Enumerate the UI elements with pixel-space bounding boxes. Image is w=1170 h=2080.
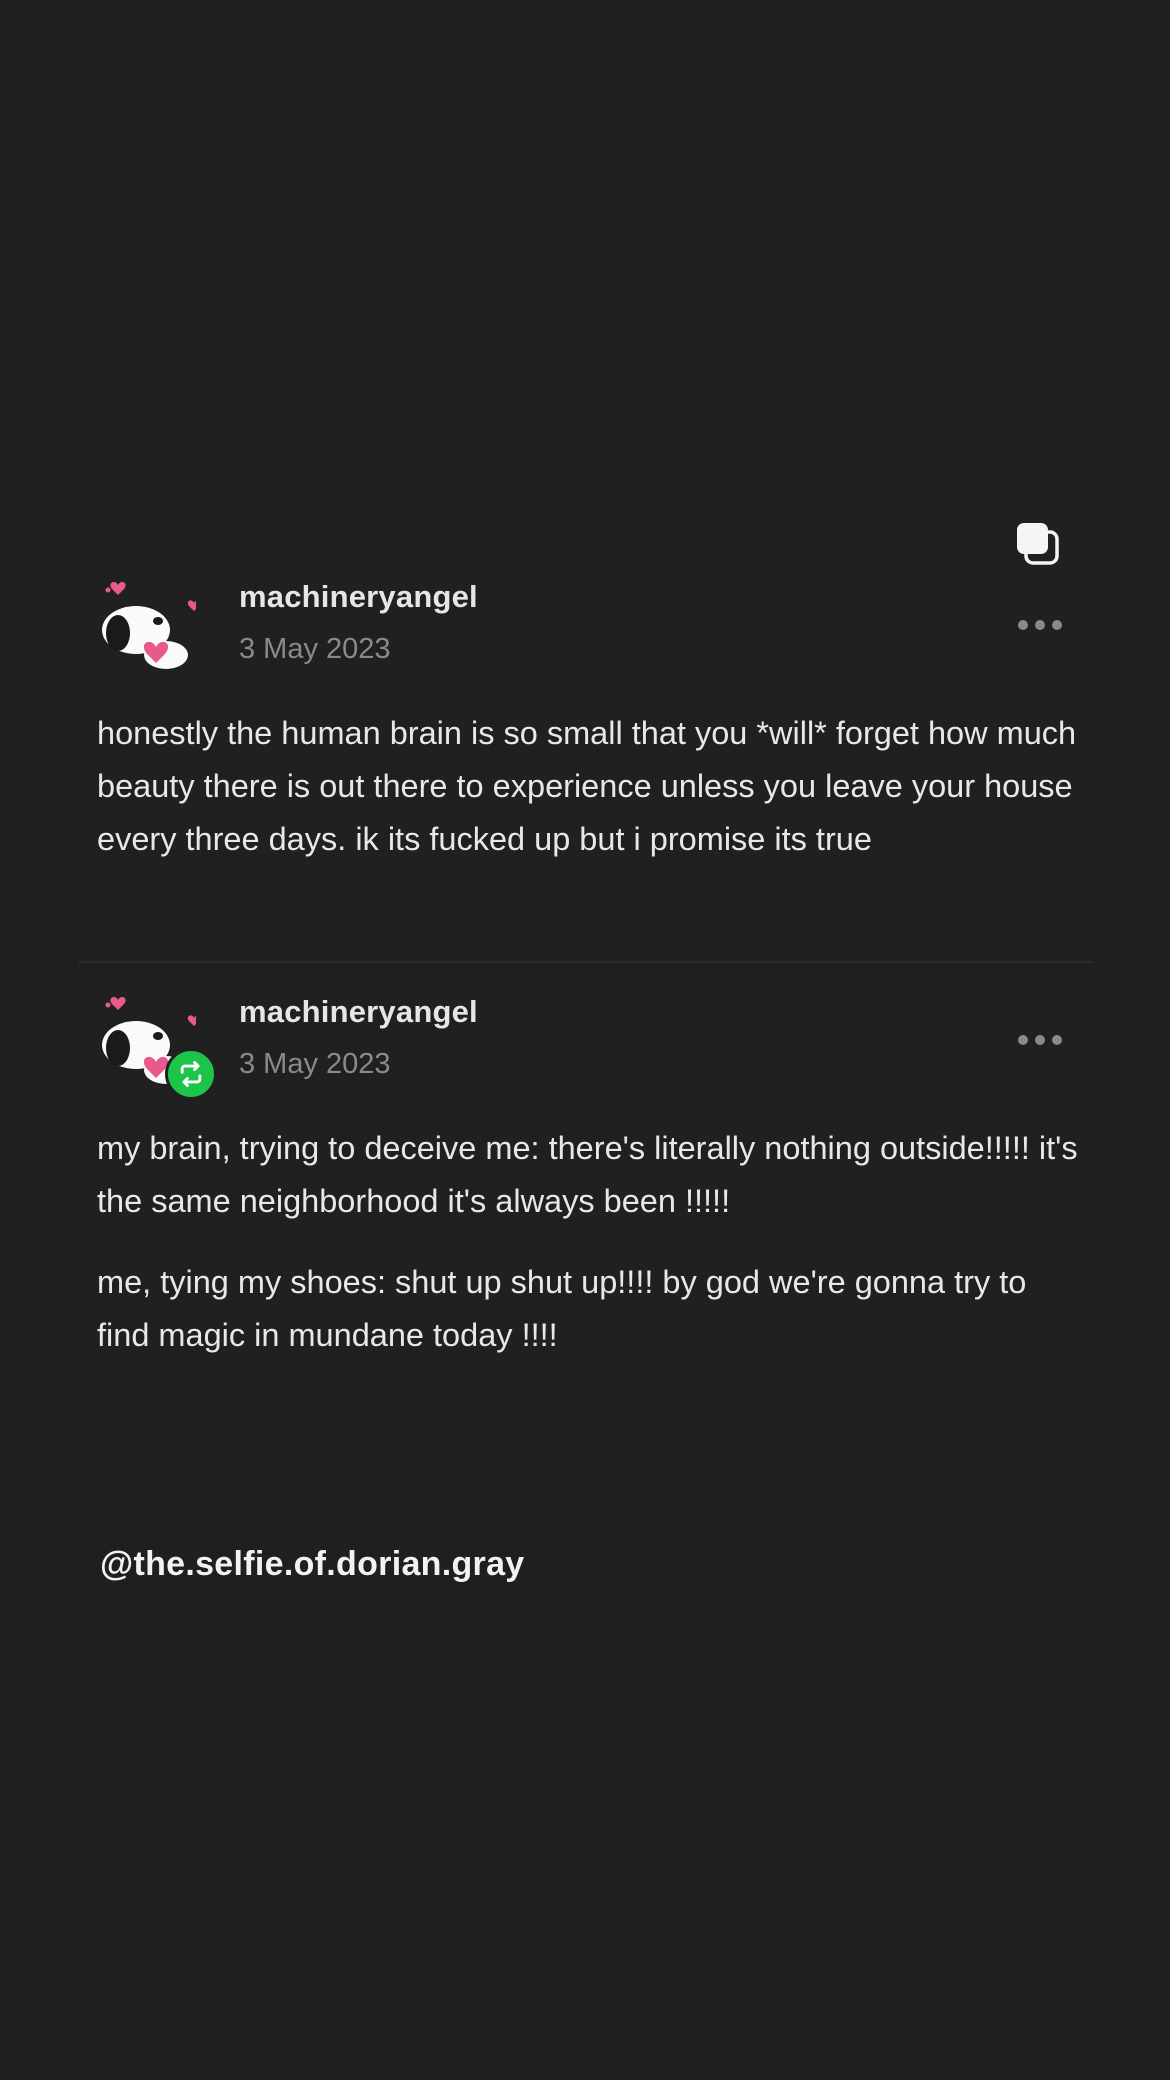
more-dots-icon[interactable]: [1015, 615, 1065, 635]
stacked-squares-icon[interactable]: [1013, 519, 1061, 567]
post-date: 3 May 2023: [239, 633, 391, 665]
reblog-arrows-icon: [165, 1048, 217, 1100]
username[interactable]: machineryangel: [239, 579, 478, 615]
credit-handle: @the.selfie.of.dorian.gray: [100, 1545, 525, 1583]
post-text: me, tying my shoes: shut up shut up!!!! …: [97, 1264, 1027, 1353]
post-date: 3 May 2023: [239, 1048, 391, 1080]
post-divider: [78, 961, 1093, 963]
post-text: my brain, trying to deceive me: there's …: [97, 1130, 1078, 1219]
post-card: machineryangel 3 May 2023 honestly the h…: [78, 485, 1093, 1500]
username[interactable]: machineryangel: [239, 994, 478, 1030]
more-dots-icon[interactable]: [1015, 1030, 1065, 1050]
snoopy-hearts-avatar[interactable]: [96, 575, 196, 675]
post-text: honestly the human brain is so small tha…: [97, 715, 1077, 857]
